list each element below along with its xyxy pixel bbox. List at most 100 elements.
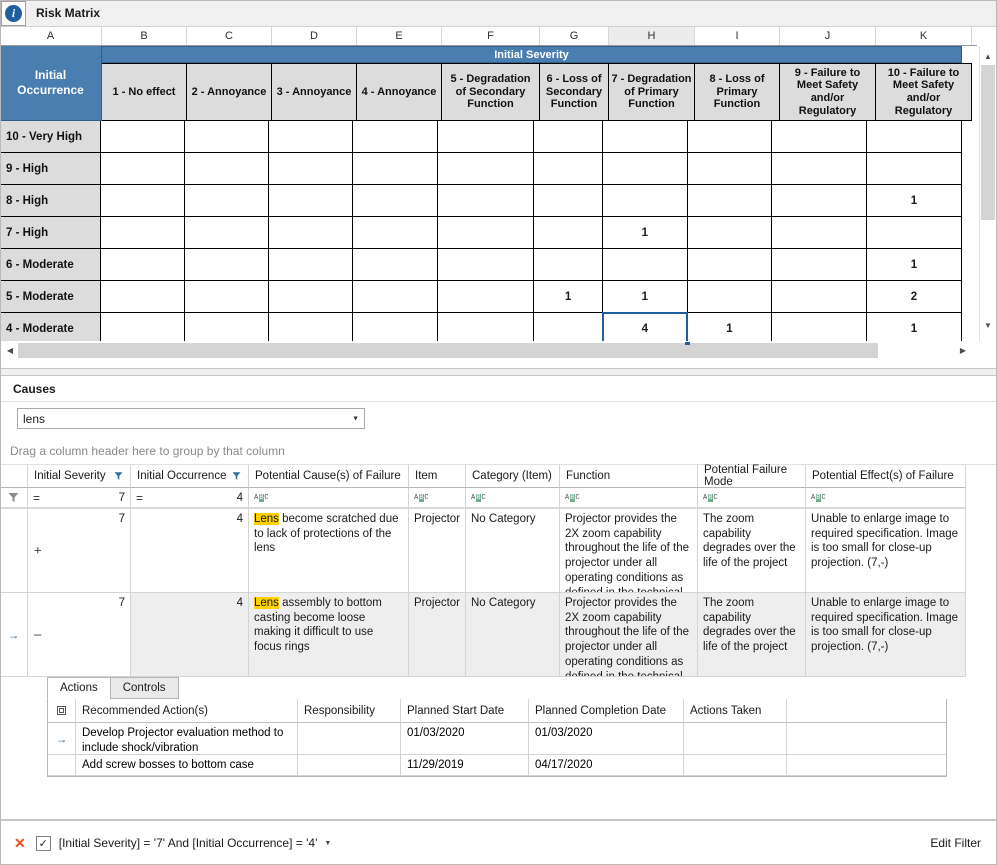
causes-column-header-6[interactable]: Potential Failure Mode [698,465,806,488]
matrix-cell[interactable] [867,153,962,185]
responsibility-cell[interactable] [298,755,401,776]
matrix-cell[interactable] [101,217,185,249]
matrix-cell[interactable] [688,249,772,281]
column-letter-i[interactable]: I [695,27,780,45]
actions-column-header-2[interactable]: Planned Start Date [401,699,529,723]
actions-column-header-4[interactable]: Actions Taken [684,699,787,723]
abc-filter-icon[interactable]: ABC [471,494,486,502]
matrix-cell[interactable] [688,153,772,185]
column-letter-b[interactable]: B [102,27,187,45]
matrix-cell[interactable] [353,281,437,313]
matrix-cell[interactable] [603,153,688,185]
initial-occurrence-cell[interactable]: 4 [131,509,249,593]
matrix-cell[interactable]: 1 [534,281,602,313]
function-cell[interactable]: Projector provides the 2X zoom capabilit… [560,593,698,677]
matrix-cell[interactable] [101,121,185,153]
matrix-cell[interactable] [101,185,185,217]
filter-cell-4[interactable]: ABC [466,488,560,509]
actions-column-header-3[interactable]: Planned Completion Date [529,699,684,723]
column-letter-h[interactable]: H [609,27,695,45]
matrix-cell[interactable] [438,185,535,217]
matrix-cell[interactable]: 2 [867,281,962,313]
category-cell[interactable]: No Category [466,593,560,677]
abc-filter-icon[interactable]: ABC [254,494,269,502]
matrix-cell[interactable] [438,121,535,153]
scroll-left-arrow-icon[interactable]: ◀ [2,342,18,358]
planned-completion-date-cell[interactable]: 01/03/2020 [529,723,684,755]
recommended-action-cell[interactable]: Develop Projector evaluation method to i… [76,723,298,755]
failure-mode-cell[interactable]: The zoom capability degrades over the li… [698,593,806,677]
vertical-scroll-thumb[interactable] [981,65,995,220]
potential-cause-cell[interactable]: Lens assembly to bottom casting become l… [249,593,409,677]
initial-severity-cell[interactable]: +7 [28,509,131,593]
matrix-cell[interactable] [867,217,962,249]
matrix-cell[interactable] [353,249,437,281]
matrix-cell[interactable] [438,153,535,185]
item-cell[interactable]: Projector [409,509,466,593]
chevron-down-icon[interactable]: ▼ [352,415,359,422]
matrix-cell[interactable]: 1 [867,185,962,217]
matrix-cell[interactable] [185,281,269,313]
filter-enabled-checkbox[interactable]: ✓ [36,836,51,851]
matrix-cell[interactable]: 1 [603,217,688,249]
matrix-cell[interactable] [688,281,772,313]
filter-cell-1[interactable]: =4 [131,488,249,509]
causes-column-header-0[interactable]: Initial Severity [28,465,131,488]
column-letter-k[interactable]: K [876,27,972,45]
matrix-cell[interactable] [185,153,269,185]
matrix-cell[interactable] [269,121,353,153]
causes-column-header-2[interactable]: Potential Cause(s) of Failure [249,465,409,488]
causes-column-header-4[interactable]: Category (Item) [466,465,560,488]
matrix-cell[interactable] [101,281,185,313]
matrix-cell[interactable] [772,281,867,313]
actions-table-row[interactable]: Add screw bosses to bottom case11/29/201… [48,755,946,776]
scroll-down-arrow-icon[interactable]: ▼ [980,317,996,333]
matrix-cell[interactable] [185,121,269,153]
filter-cell-3[interactable]: ABC [409,488,466,509]
causes-column-header-5[interactable]: Function [560,465,698,488]
causes-column-header-3[interactable]: Item [409,465,466,488]
funnel-icon[interactable] [232,472,241,481]
potential-cause-cell[interactable]: Lens become scratched due to lack of pro… [249,509,409,593]
matrix-cell[interactable] [772,249,867,281]
matrix-cell[interactable] [269,281,353,313]
responsibility-cell[interactable] [298,723,401,755]
matrix-cell[interactable] [603,249,688,281]
matrix-cell[interactable] [353,121,437,153]
category-cell[interactable]: No Category [466,509,560,593]
matrix-cell[interactable] [353,153,437,185]
matrix-cell[interactable] [269,153,353,185]
planned-start-date-cell[interactable]: 11/29/2019 [401,755,529,776]
matrix-cell[interactable] [772,185,867,217]
column-letter-a[interactable]: A [0,27,102,45]
scroll-up-arrow-icon[interactable]: ▲ [980,48,996,64]
filter-cell-6[interactable]: ABC [698,488,806,509]
matrix-cell[interactable] [269,217,353,249]
matrix-cell[interactable] [534,153,602,185]
initial-severity-cell[interactable]: –7 [28,593,131,677]
chevron-down-icon[interactable]: ▼ [324,840,331,847]
causes-column-header-1[interactable]: Initial Occurrence [131,465,249,488]
actions-table-row[interactable]: →Develop Projector evaluation method to … [48,723,946,755]
edit-filter-button[interactable]: Edit Filter [930,836,981,850]
tab-controls[interactable]: Controls [110,677,179,699]
effect-cell[interactable]: Unable to enlarge image to required spec… [806,593,966,677]
matrix-cell[interactable] [438,217,535,249]
filter-cell-2[interactable]: ABC [249,488,409,509]
matrix-cell[interactable] [353,217,437,249]
matrix-cell[interactable] [688,121,772,153]
matrix-cell[interactable] [772,217,867,249]
matrix-cell[interactable] [772,153,867,185]
matrix-vertical-scrollbar[interactable]: ▲ ▼ [979,46,995,345]
matrix-horizontal-scrollbar[interactable]: ◀ ▶ [0,341,981,359]
column-letter-c[interactable]: C [187,27,272,45]
horizontal-scroll-thumb[interactable] [18,343,878,358]
actions-column-header-1[interactable]: Responsibility [298,699,401,723]
planned-start-date-cell[interactable]: 01/03/2020 [401,723,529,755]
column-letter-f[interactable]: F [442,27,540,45]
row-expander[interactable]: – [34,626,41,643]
causes-table-row[interactable]: →–74Lens assembly to bottom casting beco… [0,593,997,677]
column-letter-j[interactable]: J [780,27,876,45]
failure-mode-cell[interactable]: The zoom capability degrades over the li… [698,509,806,593]
matrix-cell[interactable] [688,217,772,249]
